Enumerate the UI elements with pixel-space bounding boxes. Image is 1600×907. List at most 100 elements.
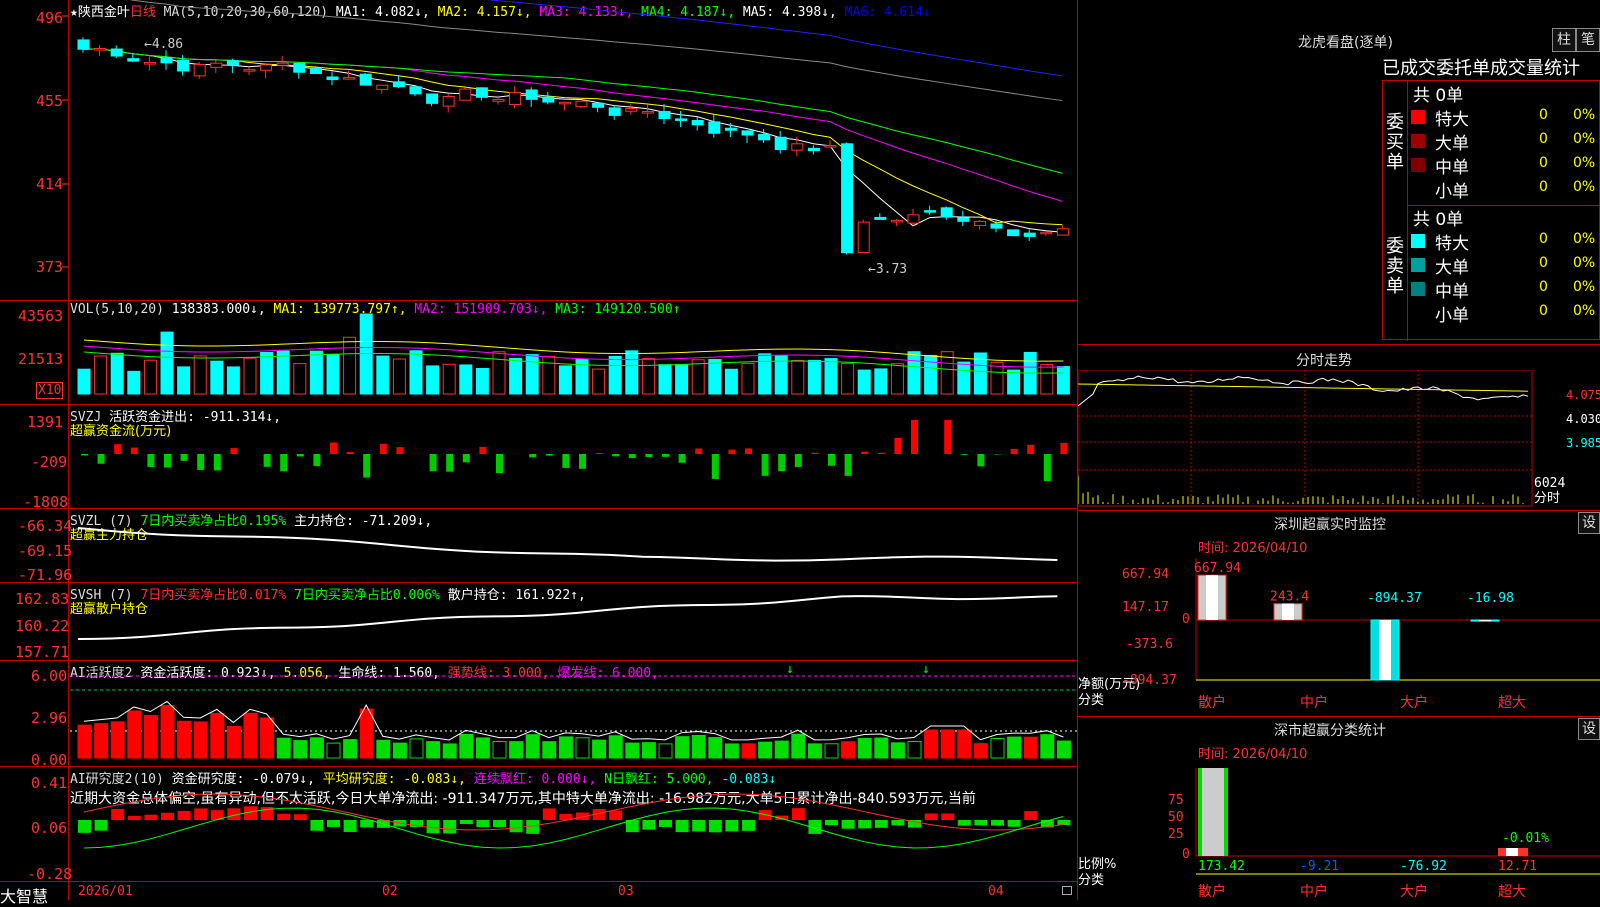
net-amount-value: 243.4 (1270, 590, 1309, 605)
volume-bar (792, 360, 804, 394)
candlestick-chart[interactable]: ←4.86 ←3.73 (0, 0, 1077, 300)
activity-bar (427, 742, 440, 758)
svzj-chart[interactable] (0, 404, 1077, 508)
volume-bar (460, 365, 472, 394)
order-row: 中单00% (1411, 153, 1600, 177)
research-bar (925, 813, 938, 820)
svzj-bar (1011, 449, 1018, 454)
activity-bar (526, 735, 539, 758)
ratio-bar-highlight (1202, 768, 1224, 856)
research-bar (194, 808, 207, 820)
bar-mode-button[interactable]: 柱 (1552, 28, 1576, 52)
intraday-vol-unit: 分时 (1534, 491, 1560, 506)
order-label: 小单 (1435, 301, 1469, 326)
color-swatch-icon (1411, 306, 1425, 320)
candle-body (460, 89, 471, 100)
intraday-chart[interactable]: 4.075 4.030 3.985 6024 分时 (1078, 370, 1600, 508)
sz-monitor-chart[interactable]: 667.94243.4-894.37-16.98 667.94 147.17 0… (1078, 548, 1600, 716)
pen-mode-button[interactable]: 笔 (1576, 28, 1600, 52)
volume-bar (858, 370, 870, 394)
candle-body (626, 109, 637, 112)
sz-category: 超大 (1498, 695, 1526, 711)
sz-monitor-settings-button[interactable]: 设 (1578, 512, 1600, 534)
sz-class-settings-button[interactable]: 设 (1578, 718, 1600, 740)
svzj-bar (330, 442, 337, 454)
svzj-bar (98, 454, 105, 464)
candle-body (593, 103, 604, 107)
svzj-bar (1060, 443, 1067, 454)
activity-bar (709, 738, 722, 758)
activity-bar (460, 734, 473, 758)
research-bar (742, 820, 755, 831)
activity-bar (95, 724, 108, 758)
dragon-title: 龙虎看盘(逐单) (1298, 32, 1393, 52)
volume-chart[interactable] (0, 300, 1077, 404)
svzj-bar (496, 454, 503, 473)
svzj-bar (297, 454, 304, 456)
svzj-bar (662, 454, 669, 457)
candle-body (526, 90, 537, 99)
activity-bar (1057, 741, 1070, 758)
candle-body (842, 144, 853, 253)
activity-bar (775, 741, 788, 758)
research-bar (344, 820, 357, 832)
svzj-bar (811, 453, 818, 454)
sz-class-chart[interactable]: 75 50 25 0 比例% 分类 173.42 -9.21 -76.92 12… (1078, 760, 1600, 900)
order-pct: 0% (1573, 179, 1595, 195)
research-bar (443, 820, 456, 833)
order-pct: 0% (1573, 131, 1595, 147)
svzj-bar (612, 454, 619, 456)
sz-class-title: 深市超赢分类统计 (1274, 720, 1386, 740)
sz-cat-label: 分类 (1078, 693, 1104, 708)
volume-bar (609, 356, 621, 394)
chart-area[interactable]: ★陕西金叶日线 MA(5,10,20,30,60,120) MA1: 4.082… (0, 0, 1077, 900)
ai-research-chart[interactable] (0, 766, 1077, 881)
activity-bar (908, 742, 921, 758)
intraday-price-label: 4.030 (1566, 412, 1600, 426)
activity-bar (858, 738, 871, 758)
candle-body (344, 78, 355, 80)
candle-body (277, 63, 288, 65)
sz-y-label: 0 (1182, 612, 1190, 627)
candle-body (194, 64, 205, 75)
sz-y-label: 147.17 (1122, 600, 1169, 615)
svzl-chart[interactable] (0, 508, 1077, 582)
order-count: 0 (1539, 155, 1548, 171)
research-bar (95, 820, 108, 831)
volume-bar (227, 367, 239, 394)
order-label: 大单 (1435, 129, 1469, 154)
order-stats-box: 委买单 委卖单 共 0单 共 0单 特大00%大单00%中单00%小单00% 特… (1382, 80, 1600, 340)
cls-value: -76.92 (1400, 859, 1447, 874)
sz-category: 散户 (1198, 694, 1226, 711)
low-marker: ←3.73 (868, 262, 907, 277)
volume-bar (659, 365, 671, 394)
research-bar (427, 820, 440, 833)
order-pct: 0% (1573, 107, 1595, 123)
activity-bar (958, 730, 971, 758)
cls-value: 12.71 (1498, 859, 1537, 874)
svsh-chart[interactable] (0, 582, 1077, 660)
candle-body (775, 137, 786, 149)
volume-bar (427, 366, 439, 394)
candle-body (510, 92, 521, 104)
cls-value: -9.21 (1300, 859, 1339, 874)
cls-y-label: 50 (1168, 810, 1184, 825)
candle-body (427, 94, 438, 103)
volume-bar (526, 355, 538, 394)
svzj-bar (778, 454, 785, 471)
candle-body (991, 224, 1002, 228)
ai-active-chart[interactable]: ↓ ↓ (0, 660, 1077, 766)
net-amount-value: 667.94 (1194, 561, 1241, 576)
candle-body (908, 215, 919, 223)
candle-body (759, 134, 770, 139)
sz-y-label: 667.94 (1122, 567, 1169, 582)
activity-bar (808, 744, 821, 758)
activity-bar (161, 706, 174, 759)
activity-bar (294, 741, 307, 758)
volume-bar (958, 362, 970, 394)
volume-bar (725, 369, 737, 394)
lock-icon[interactable] (1062, 886, 1072, 895)
candle-body (360, 74, 371, 85)
order-row: 中单00% (1411, 277, 1600, 301)
volume-bar (908, 352, 920, 394)
